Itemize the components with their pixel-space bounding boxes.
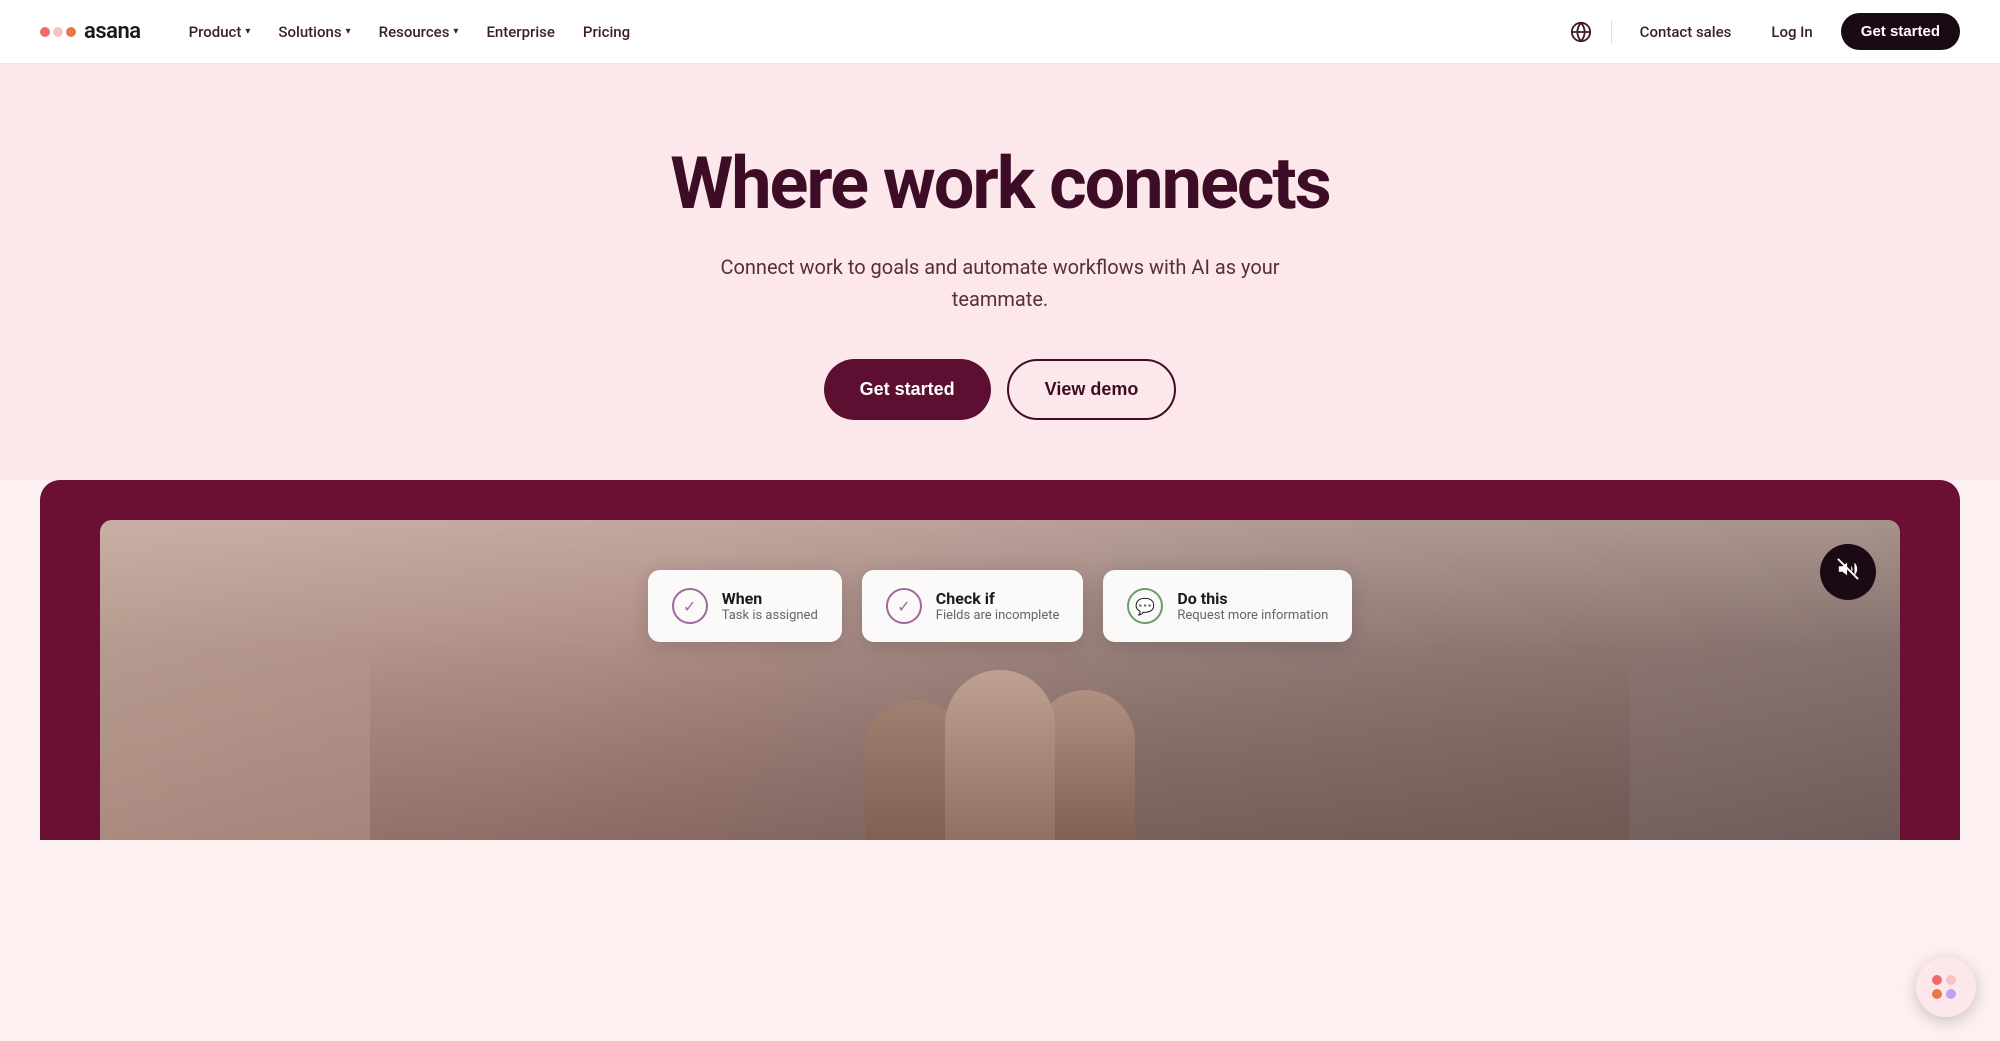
- workflow-cards: ✓ When Task is assigned ✓ Check if Field…: [648, 570, 1353, 642]
- do-title: Do this: [1177, 589, 1328, 608]
- do-this-chat-icon: 💬: [1127, 588, 1163, 624]
- nav-solutions[interactable]: Solutions ▾: [266, 15, 362, 49]
- resources-chevron-icon: ▾: [453, 26, 458, 37]
- circle-dot-coral: [1932, 989, 1942, 999]
- nav-resources[interactable]: Resources ▾: [367, 15, 471, 49]
- nav-right: Contact sales Log In Get started: [1567, 13, 1960, 50]
- hero-title: Where work connects: [40, 144, 1960, 223]
- login-button[interactable]: Log In: [1759, 15, 1824, 49]
- person-silhouette-2: [945, 670, 1055, 840]
- contact-sales-link[interactable]: Contact sales: [1628, 15, 1744, 49]
- logo-text: asana: [84, 19, 141, 44]
- do-subtitle: Request more information: [1177, 608, 1328, 623]
- nav-enterprise[interactable]: Enterprise: [474, 15, 566, 49]
- hero-view-demo-button[interactable]: View demo: [1007, 359, 1177, 420]
- video-section: ✓ When Task is assigned ✓ Check if Field…: [40, 480, 1960, 840]
- hero-subtitle: Connect work to goals and automate workf…: [710, 251, 1290, 315]
- mute-icon: [1837, 558, 1859, 586]
- check-if-icon: ✓: [886, 588, 922, 624]
- logo-dot-red: [40, 27, 50, 37]
- logo[interactable]: asana: [40, 19, 141, 44]
- people-area: [370, 640, 1630, 840]
- circle-dot-pink: [1946, 975, 1956, 985]
- video-overlay: ✓ When Task is assigned ✓ Check if Field…: [100, 520, 1900, 840]
- when-card-text: When Task is assigned: [722, 589, 818, 623]
- circle-dot-purple: [1946, 989, 1956, 999]
- nav-left: asana Product ▾ Solutions ▾ Resources ▾ …: [40, 15, 642, 49]
- mute-button[interactable]: [1820, 544, 1876, 600]
- hero-buttons: Get started View demo: [40, 359, 1960, 420]
- nav-product[interactable]: Product ▾: [177, 15, 263, 49]
- get-started-nav-button[interactable]: Get started: [1841, 13, 1960, 50]
- check-title: Check if: [936, 589, 1060, 608]
- workflow-card-when: ✓ When Task is assigned: [648, 570, 842, 642]
- nav-pricing[interactable]: Pricing: [571, 15, 642, 49]
- when-subtitle: Task is assigned: [722, 608, 818, 623]
- do-card-text: Do this Request more information: [1177, 589, 1328, 623]
- navbar: asana Product ▾ Solutions ▾ Resources ▾ …: [0, 0, 2000, 64]
- check-subtitle: Fields are incomplete: [936, 608, 1060, 623]
- when-title: When: [722, 589, 818, 608]
- nav-divider: [1611, 20, 1612, 44]
- workflow-card-check: ✓ Check if Fields are incomplete: [862, 570, 1084, 642]
- circle-dot-red: [1932, 975, 1942, 985]
- when-check-icon: ✓: [672, 588, 708, 624]
- nav-links: Product ▾ Solutions ▾ Resources ▾ Enterp…: [177, 15, 643, 49]
- check-card-text: Check if Fields are incomplete: [936, 589, 1060, 623]
- workflow-card-do: 💬 Do this Request more information: [1103, 570, 1352, 642]
- logo-dot-coral: [66, 27, 76, 37]
- hero-section: Where work connects Connect work to goal…: [0, 64, 2000, 480]
- product-chevron-icon: ▾: [245, 26, 250, 37]
- logo-icon: [40, 27, 76, 37]
- hero-get-started-button[interactable]: Get started: [824, 359, 991, 420]
- logo-dot-pink: [53, 27, 63, 37]
- globe-icon[interactable]: [1567, 18, 1595, 46]
- asana-circle-button[interactable]: [1916, 957, 1976, 1017]
- solutions-chevron-icon: ▾: [346, 26, 351, 37]
- video-inner: ✓ When Task is assigned ✓ Check if Field…: [100, 520, 1900, 840]
- asana-circle-dots: [1932, 975, 1960, 999]
